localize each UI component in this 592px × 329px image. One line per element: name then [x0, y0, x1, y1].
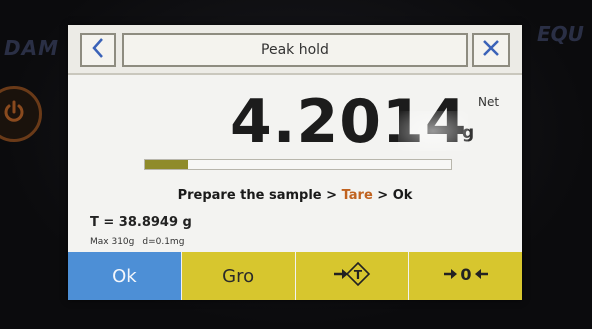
back-button[interactable] [80, 33, 116, 67]
instruction-part2: > Ok [372, 188, 413, 203]
brand-logo-right: EQU [537, 22, 584, 46]
scale-spec: Max 310g d=0.1mg [90, 237, 192, 247]
weight-readout: 4.2014 [230, 87, 468, 157]
instruction-highlight: Tare [341, 188, 373, 203]
close-button[interactable] [472, 33, 510, 67]
net-indicator: Net [478, 95, 500, 109]
gross-button[interactable]: Gro [181, 252, 296, 300]
tare-value: T = 38.8949 g [90, 215, 192, 230]
tare-arrow-icon: T [332, 261, 372, 292]
title-bar: Peak hold [68, 25, 522, 75]
brand-logo-left: DAM [4, 36, 59, 60]
weight-unit: g [462, 123, 475, 143]
power-icon [1, 99, 27, 129]
softkey-bar: Ok Gro T 0 [68, 252, 522, 300]
page-title: Peak hold [122, 33, 468, 67]
close-icon [481, 38, 501, 62]
touch-screen: Peak hold Net 4.2014 g Prepare the sampl… [68, 25, 522, 300]
capacity-bar-fill [145, 160, 188, 169]
tare-button[interactable]: T [295, 252, 410, 300]
instruction-text: Prepare the sample > Tare > Ok [68, 188, 522, 203]
capacity-bar [144, 159, 452, 170]
svg-text:0: 0 [460, 265, 471, 284]
max-capacity: Max 310g [90, 237, 135, 247]
svg-text:T: T [354, 268, 363, 282]
zero-arrows-icon: 0 [442, 262, 490, 291]
instruction-part1: Prepare the sample > [177, 188, 342, 203]
ok-button[interactable]: Ok [68, 252, 182, 300]
zero-button[interactable]: 0 [409, 252, 522, 300]
chevron-left-icon [91, 37, 105, 63]
readability: d=0.1mg [142, 237, 185, 247]
